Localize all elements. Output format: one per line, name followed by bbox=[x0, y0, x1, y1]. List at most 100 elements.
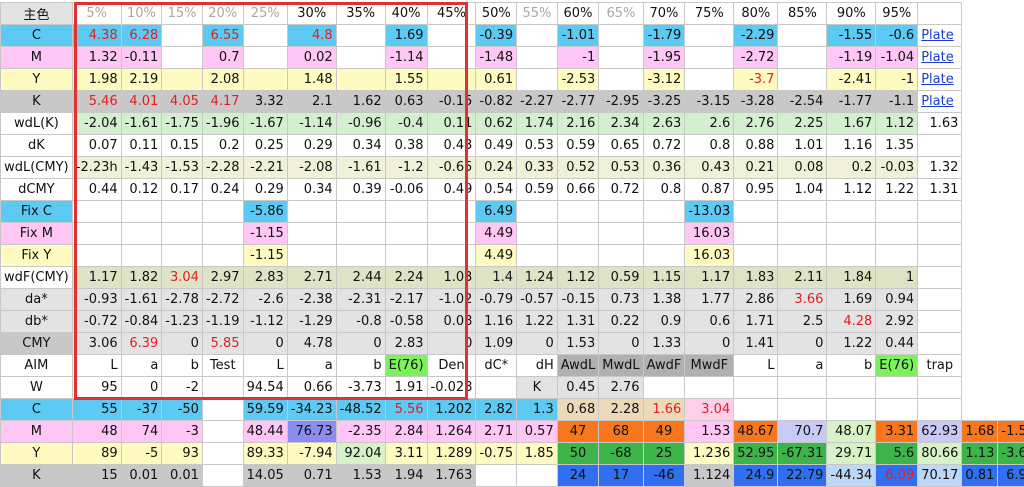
table-cell: 0.43 bbox=[685, 157, 734, 179]
table-cell bbox=[557, 223, 599, 245]
table-cell: 24.9 bbox=[734, 465, 778, 487]
table-cell: 0.62 bbox=[476, 113, 517, 135]
table-cell: 2.44 bbox=[336, 267, 385, 289]
data-grid: 主色5%10%15%20%25%30%35%40%45%50%55%60%65%… bbox=[0, 2, 1024, 487]
table-cell: 1.31 bbox=[918, 179, 962, 201]
table-cell bbox=[918, 289, 962, 311]
table-cell: 1.04 bbox=[778, 179, 827, 201]
table-cell: 48.44 bbox=[243, 421, 287, 443]
row-label-cell: Fix C bbox=[1, 201, 73, 223]
table-cell: 80.66 bbox=[918, 443, 962, 465]
table-cell: 50% bbox=[476, 3, 517, 25]
table-cell: -7.94 bbox=[287, 443, 336, 465]
table-cell: 0.65 bbox=[599, 135, 643, 157]
table-cell bbox=[287, 245, 336, 267]
table-cell: -0.65 bbox=[427, 157, 476, 179]
table-cell bbox=[734, 245, 778, 267]
table-cell bbox=[599, 201, 643, 223]
table-cell: 1.77 bbox=[685, 289, 734, 311]
table-cell bbox=[72, 201, 121, 223]
table-cell bbox=[876, 399, 918, 421]
table-cell: 0.34 bbox=[336, 135, 385, 157]
table-cell: 5.46 bbox=[72, 91, 121, 113]
table-cell: 0 bbox=[599, 333, 643, 355]
table-cell: -1.14 bbox=[287, 113, 336, 135]
table-cell: -2.17 bbox=[385, 289, 427, 311]
table-cell: 2.71 bbox=[287, 267, 336, 289]
table-cell: -1.15 bbox=[243, 223, 287, 245]
table-cell: -1.55 bbox=[827, 25, 876, 47]
table-cell: 2.82 bbox=[476, 399, 517, 421]
table-cell: -1.77 bbox=[827, 91, 876, 113]
table-cell: -2.78 bbox=[162, 289, 203, 311]
table-cell: 2.63 bbox=[643, 113, 685, 135]
table-cell: 0.11 bbox=[121, 135, 162, 157]
table-cell: -0.82 bbox=[476, 91, 517, 113]
table-cell: 5.56 bbox=[385, 399, 427, 421]
table-cell bbox=[121, 201, 162, 223]
table-cell: -13.03 bbox=[685, 201, 734, 223]
table-cell: 40% bbox=[385, 3, 427, 25]
table-cell: 0.57 bbox=[517, 421, 558, 443]
table-cell: 3.31 bbox=[876, 421, 918, 443]
table-row: K150.010.0114.050.711.531.941.7632417-46… bbox=[1, 465, 1024, 487]
table-cell: -0.03 bbox=[876, 157, 918, 179]
row-label-cell: Fix M bbox=[1, 223, 73, 245]
table-cell bbox=[202, 201, 243, 223]
table-cell bbox=[643, 201, 685, 223]
table-cell bbox=[202, 443, 243, 465]
table-cell: -1.15 bbox=[243, 245, 287, 267]
table-cell: -68 bbox=[599, 443, 643, 465]
table-cell: -1.12 bbox=[243, 311, 287, 333]
table-cell: 0.01 bbox=[162, 465, 203, 487]
table-cell: 1.33 bbox=[643, 333, 685, 355]
table-cell bbox=[336, 201, 385, 223]
table-row: da*-0.93-1.61-2.78-2.72-2.6-2.38-2.31-2.… bbox=[1, 289, 1024, 311]
table-cell: 0.8 bbox=[685, 135, 734, 157]
table-cell: 1.62 bbox=[336, 91, 385, 113]
table-cell: 0.8 bbox=[643, 179, 685, 201]
table-row: M1.32-0.110.70.02-1.14-1.48-1-1.95-2.72-… bbox=[1, 47, 1024, 69]
plate-link[interactable]: Plate bbox=[918, 47, 962, 69]
table-cell: 0.29 bbox=[243, 179, 287, 201]
table-cell: 6.09 bbox=[876, 465, 918, 487]
table-cell: 1.17 bbox=[72, 267, 121, 289]
plate-link[interactable]: Plate bbox=[918, 91, 962, 113]
table-cell bbox=[72, 223, 121, 245]
table-cell bbox=[876, 377, 918, 399]
table-cell: 3.06 bbox=[72, 333, 121, 355]
table-cell: 2.25 bbox=[778, 113, 827, 135]
table-cell bbox=[336, 223, 385, 245]
table-cell: 1.22 bbox=[517, 311, 558, 333]
table-cell bbox=[778, 223, 827, 245]
table-cell: 0.52 bbox=[557, 157, 599, 179]
table-cell bbox=[827, 201, 876, 223]
table-cell bbox=[476, 377, 517, 399]
plate-link[interactable]: Plate bbox=[918, 25, 962, 47]
table-cell: 0.24 bbox=[476, 157, 517, 179]
table-cell bbox=[918, 223, 962, 245]
table-cell: 2.24 bbox=[385, 267, 427, 289]
table-cell: 0.72 bbox=[599, 179, 643, 201]
table-cell: 76.73 bbox=[287, 421, 336, 443]
table-cell: 62.93 bbox=[918, 421, 962, 443]
table-row: dK0.070.110.150.20.250.290.340.380.430.4… bbox=[1, 135, 1024, 157]
table-cell bbox=[243, 25, 287, 47]
table-cell: 0 bbox=[685, 333, 734, 355]
table-cell: -44.34 bbox=[827, 465, 876, 487]
table-cell: 20% bbox=[202, 3, 243, 25]
table-cell: 0.59 bbox=[517, 179, 558, 201]
table-cell: -1.23 bbox=[162, 311, 203, 333]
table-cell bbox=[918, 245, 962, 267]
table-cell: -3.63 bbox=[998, 443, 1024, 465]
table-cell: 1.12 bbox=[557, 267, 599, 289]
plate-link[interactable]: Plate bbox=[918, 69, 962, 91]
table-cell: 92.04 bbox=[336, 443, 385, 465]
table-cell: 74 bbox=[121, 421, 162, 443]
table-cell: 70% bbox=[643, 3, 685, 25]
table-cell: 2.5 bbox=[778, 311, 827, 333]
table-cell: 0.9 bbox=[643, 311, 685, 333]
table-cell: 0.49 bbox=[427, 179, 476, 201]
table-cell: 0.01 bbox=[121, 465, 162, 487]
row-label-cell: 主色 bbox=[1, 3, 73, 25]
